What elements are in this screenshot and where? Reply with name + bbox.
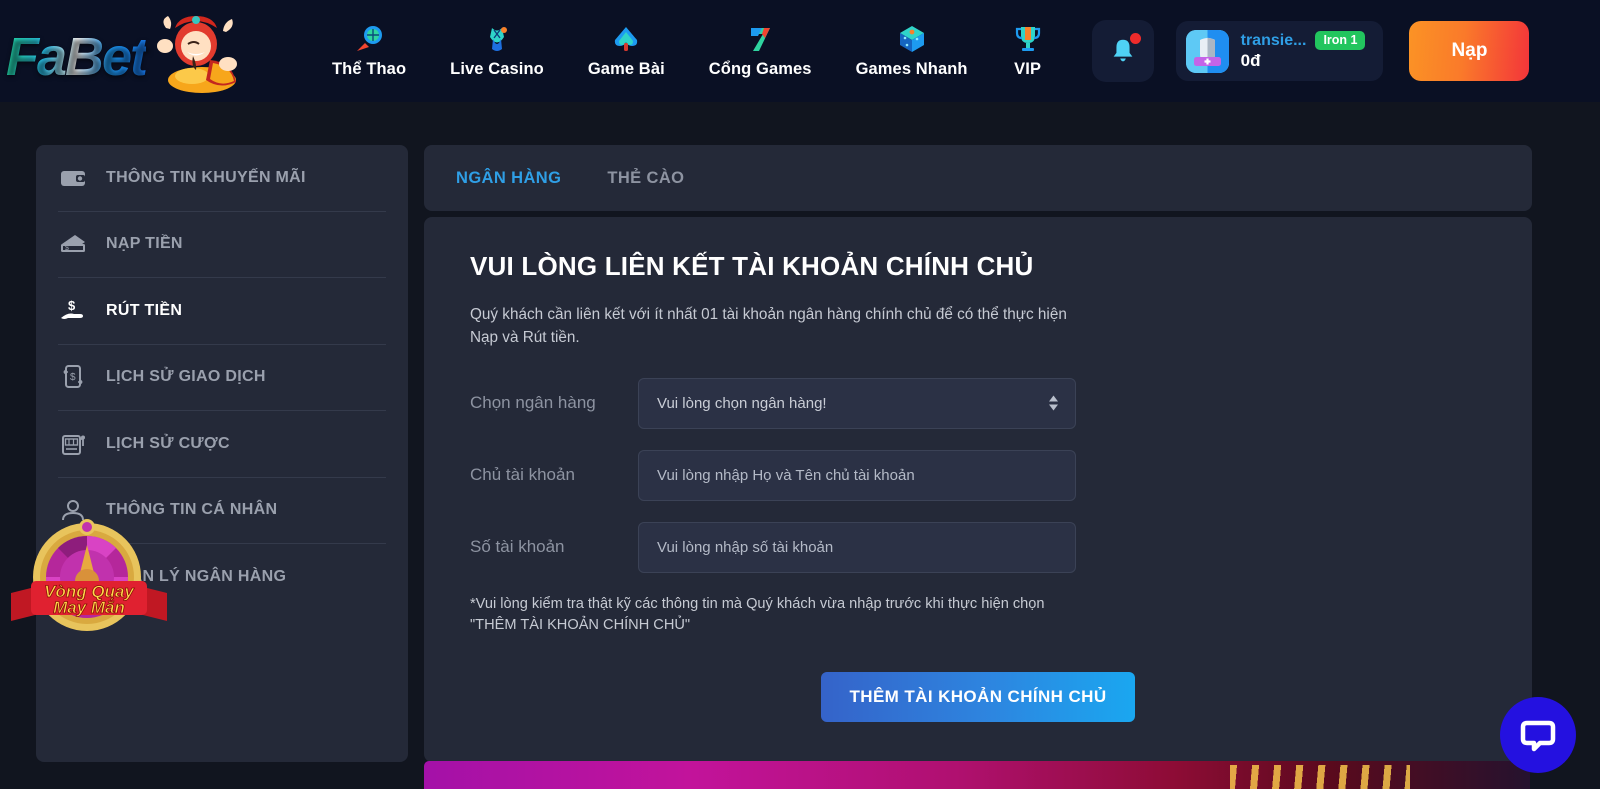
sidebar-item-label: NẠP TIỀN	[106, 235, 183, 253]
nav-item-vip[interactable]: VIP	[990, 0, 1066, 102]
bottom-promo-banner[interactable]	[424, 761, 1530, 789]
spade-icon	[615, 27, 638, 51]
svg-text:$: $	[68, 298, 76, 313]
transaction-history-icon: $	[58, 362, 88, 392]
page-title: VUI LÒNG LIÊN KẾT TÀI KHOẢN CHÍNH CHỦ	[470, 251, 1034, 281]
main-nav: Thể Thao Live Casino Game Bài Cổng Games…	[310, 0, 1066, 102]
wheel-line2: May Mắn	[53, 598, 125, 617]
logo-text: FaBet	[6, 27, 148, 87]
notification-dot	[1129, 33, 1141, 44]
nav-label: Live Casino	[450, 60, 544, 78]
page-body: THÔNG TIN KHUYẾN MÃI $ NẠP TIỀN $ RÚT TI…	[0, 102, 1600, 763]
sidebar-item-bet-history[interactable]: LỊCH SỬ CƯỢC	[58, 411, 386, 478]
avatar	[1185, 29, 1229, 73]
chat-bubble-icon	[1520, 720, 1556, 752]
sidebar-item-promotions[interactable]: THÔNG TIN KHUYẾN MÃI	[58, 145, 386, 212]
notification-button[interactable]	[1091, 20, 1154, 82]
field-label-bank: Chọn ngân hàng	[470, 393, 596, 413]
banner-gold-decoration	[1230, 765, 1410, 789]
account-holder-input[interactable]	[657, 450, 1057, 500]
svg-text:$: $	[70, 372, 76, 383]
svg-text:$: $	[65, 245, 69, 252]
nav-item-live-casino[interactable]: Live Casino	[428, 0, 566, 102]
lucky-wheel-widget[interactable]: Vòng Quay May Mắn	[9, 515, 169, 640]
hand-cash-icon: $	[58, 296, 88, 326]
dice-cube-icon	[899, 26, 924, 52]
account-sidebar: THÔNG TIN KHUYẾN MÃI $ NẠP TIỀN $ RÚT TI…	[36, 145, 408, 763]
rank-badge: Iron 1	[1315, 30, 1366, 51]
nav-label: VIP	[1014, 60, 1042, 78]
account-holder-field[interactable]	[638, 449, 1076, 501]
sidebar-item-label: THÔNG TIN KHUYẾN MÃI	[106, 168, 306, 186]
form-note: *Vui lòng kiểm tra thật kỹ các thông tin…	[470, 595, 1045, 634]
field-row-account-holder: Chủ tài khoản	[470, 449, 1486, 501]
avatar-shield-icon	[1185, 29, 1229, 73]
seven-icon	[751, 28, 771, 51]
nav-item-game-bai[interactable]: Game Bài	[566, 0, 687, 102]
nav-label: Game Bài	[587, 60, 665, 78]
nav-item-games-nhanh[interactable]: Games Nhanh	[834, 0, 990, 102]
user-account-box[interactable]: transie... Iron 1 0đ	[1175, 21, 1384, 81]
field-label-account-holder: Chủ tài khoản	[470, 465, 575, 485]
field-row-account-number: Số tài khoản	[470, 521, 1486, 573]
slot-machine-icon	[58, 429, 88, 459]
nav-item-cong-games[interactable]: Cổng Games	[687, 0, 834, 102]
nav-label: Cổng Games	[708, 60, 812, 78]
chevron-updown-icon	[1048, 395, 1059, 411]
tab-bar: NGÂN HÀNG THẺ CÀO	[424, 145, 1532, 211]
tab-ngan-hang[interactable]: NGÂN HÀNG	[456, 169, 561, 188]
account-number-field[interactable]	[638, 521, 1076, 573]
user-name: transie...	[1240, 31, 1307, 49]
sidebar-item-label: LỊCH SỬ GIAO DỊCH	[106, 368, 266, 386]
sidebar-item-withdraw[interactable]: $ RÚT TIỀN	[58, 278, 386, 345]
account-number-input[interactable]	[657, 522, 1057, 572]
live-chat-button[interactable]	[1500, 697, 1576, 773]
deposit-button[interactable]: Nạp	[1409, 21, 1530, 81]
rocket-ball-icon	[357, 26, 383, 51]
bank-select-value: Vui lòng chọn ngân hàng!	[657, 394, 827, 412]
user-meta: transie... Iron 1 0đ	[1240, 30, 1366, 72]
trophy-icon	[1015, 27, 1040, 51]
user-balance: 0đ	[1240, 51, 1261, 71]
sidebar-item-transaction-history[interactable]: $ LỊCH SỬ GIAO DỊCH	[58, 345, 386, 411]
tab-the-cao[interactable]: THẺ CÀO	[607, 169, 684, 188]
main-content: NGÂN HÀNG THẺ CÀO VUI LÒNG LIÊN KẾT TÀI …	[424, 145, 1532, 763]
mascot-icon	[157, 16, 237, 93]
field-row-bank: Chọn ngân hàng Vui lòng chọn ngân hàng!	[470, 377, 1486, 429]
site-logo[interactable]: FaBet	[0, 0, 270, 102]
sidebar-item-label: LỊCH SỬ CƯỢC	[106, 434, 230, 452]
bank-select[interactable]: Vui lòng chọn ngân hàng!	[638, 377, 1076, 429]
link-bank-form-card: VUI LÒNG LIÊN KẾT TÀI KHOẢN CHÍNH CHỦ Qu…	[424, 217, 1532, 763]
nav-item-the-thao[interactable]: Thể Thao	[310, 0, 428, 102]
sidebar-item-label: RÚT TIỀN	[106, 301, 183, 319]
wallet-icon	[58, 163, 88, 193]
nav-label: Games Nhanh	[855, 60, 968, 78]
form-description: Quý khách cần liên kết với ít nhất 01 tà…	[470, 306, 1067, 346]
field-label-account-number: Số tài khoản	[470, 537, 565, 557]
add-main-account-button[interactable]: THÊM TÀI KHOẢN CHÍNH CHỦ	[821, 672, 1135, 723]
money-deposit-icon: $	[58, 229, 88, 259]
top-header: FaBet Thể Thao Live Casino Game Bài Cổng…	[0, 0, 1600, 102]
nav-label: Thể Thao	[332, 60, 407, 78]
sidebar-item-deposit[interactable]: $ NẠP TIỀN	[58, 212, 386, 278]
lucky-wheel-icon: Vòng Quay May Mắn	[11, 519, 167, 631]
dress-icon	[490, 27, 507, 51]
